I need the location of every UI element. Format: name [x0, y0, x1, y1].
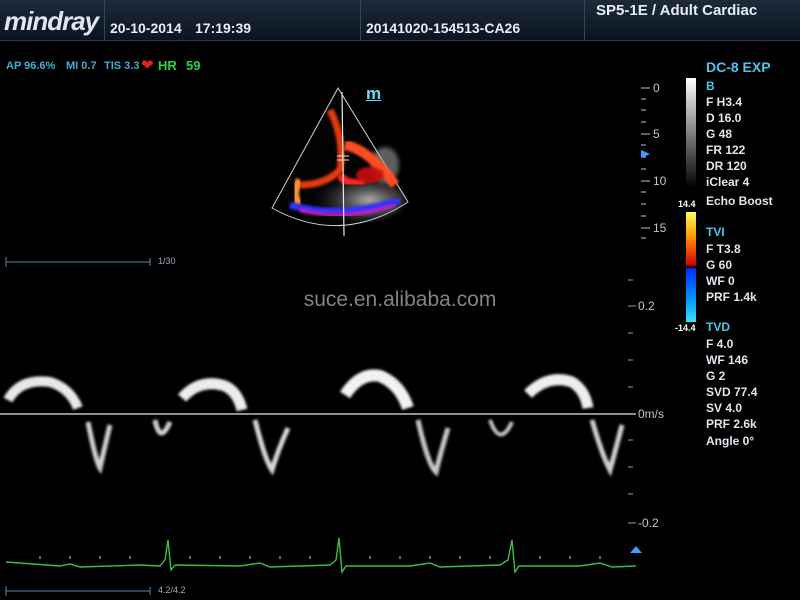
tissue-doppler-spectrum: [3, 369, 625, 477]
ecg-time-ticks: [39, 556, 601, 559]
tvd-param: SVD 77.4: [706, 385, 758, 399]
velocity-zero-label: 0m/s: [638, 407, 665, 421]
ecg-marker-icon[interactable]: [630, 546, 642, 553]
velocity-scale: [628, 279, 636, 524]
cine-slider[interactable]: [5, 586, 151, 596]
b-param: Echo Boost: [706, 194, 773, 208]
cine-counter: 4.2/4.2: [158, 585, 186, 595]
tvi-param: WF 0: [706, 274, 735, 288]
tvd-title: TVD: [706, 320, 730, 334]
color-bar-max: 14.4: [678, 199, 696, 209]
tvd-param: Angle 0°: [706, 434, 755, 448]
frame-counter: 1/30: [158, 256, 176, 266]
grayscale-bar: [686, 78, 696, 188]
b-param: F H3.4: [706, 95, 743, 109]
tvd-param: G 2: [706, 369, 726, 383]
cardiac-sector-image: [271, 87, 409, 237]
b-param: D 16.0: [706, 111, 742, 125]
depth-label-10: 10: [653, 174, 667, 188]
tvd-param: PRF 2.6k: [706, 417, 757, 431]
b-mode-title: B: [706, 79, 715, 93]
depth-label-15: 15: [653, 221, 667, 235]
frame-slider[interactable]: [5, 257, 151, 267]
ecg-trace: [5, 537, 637, 575]
tvi-title: TVI: [706, 225, 725, 239]
tvi-param: F T3.8: [706, 242, 741, 256]
watermark-text: suce.en.alibaba.com: [303, 288, 497, 311]
tvi-param: G 60: [706, 258, 733, 272]
b-param: DR 120: [706, 159, 747, 173]
tvd-param: WF 146: [706, 353, 749, 367]
depth-label-0: 0: [653, 81, 660, 95]
system-model: DC-8 EXP: [706, 59, 771, 75]
b-param: G 48: [706, 127, 733, 141]
depth-label-5: 5: [653, 127, 660, 141]
b-param: FR 122: [706, 143, 746, 157]
velocity-bottom-label: -0.2: [638, 516, 659, 530]
tvd-param: F 4.0: [706, 337, 734, 351]
tvi-param: PRF 1.4k: [706, 290, 757, 304]
tvd-param: SV 4.0: [706, 401, 743, 415]
b-param: iClear 4: [706, 175, 750, 189]
depth-ruler: [641, 87, 650, 239]
color-bar-min: -14.4: [675, 323, 696, 333]
